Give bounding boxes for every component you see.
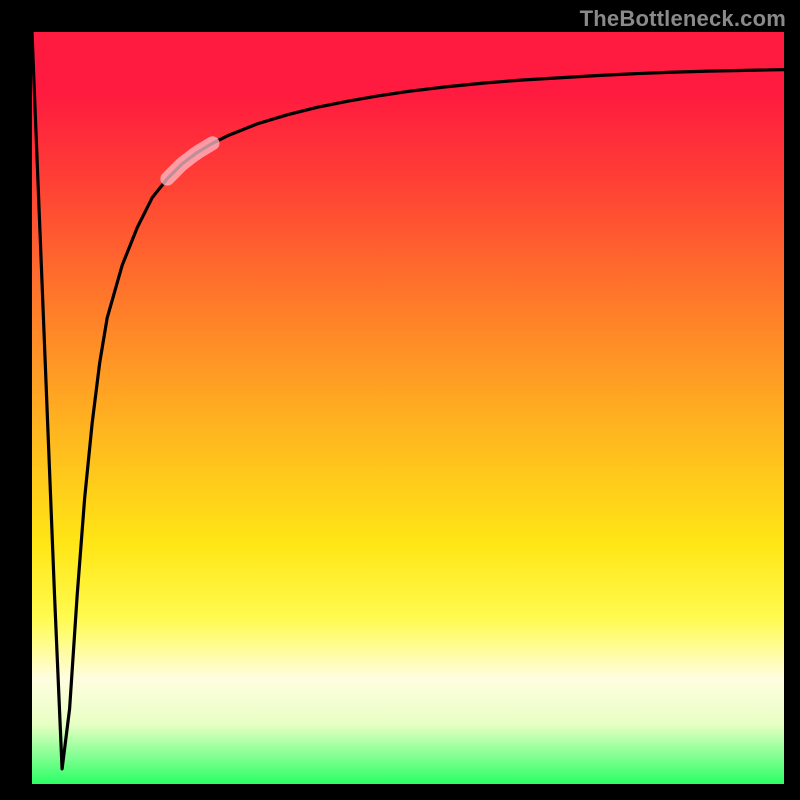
plot-area xyxy=(32,32,784,784)
chart-frame: TheBottleneck.com xyxy=(0,0,800,800)
bottleneck-curve xyxy=(32,32,784,769)
curve-layer xyxy=(32,32,784,784)
curve-highlight xyxy=(167,143,212,178)
watermark-text: TheBottleneck.com xyxy=(580,6,786,32)
